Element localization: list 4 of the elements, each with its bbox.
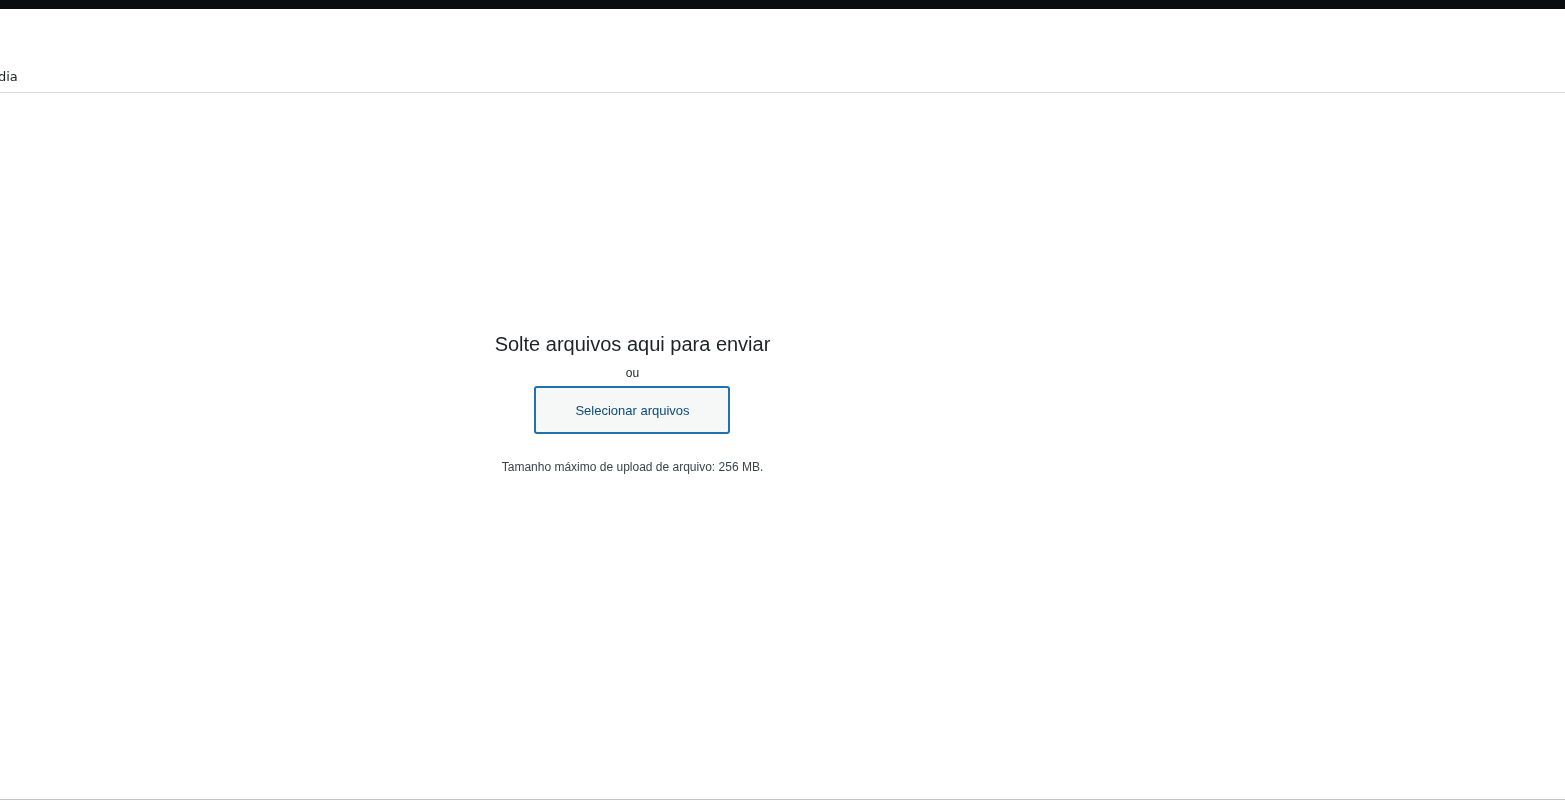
separator-text: ou (625, 366, 640, 380)
drop-heading: Solte arquivos aqui para enviar (494, 333, 771, 356)
max-upload-note: Tamanho máximo de upload de arquivo: 256 MB. (501, 460, 764, 474)
select-files-button[interactable]: Selecionar arquivos (534, 386, 731, 434)
